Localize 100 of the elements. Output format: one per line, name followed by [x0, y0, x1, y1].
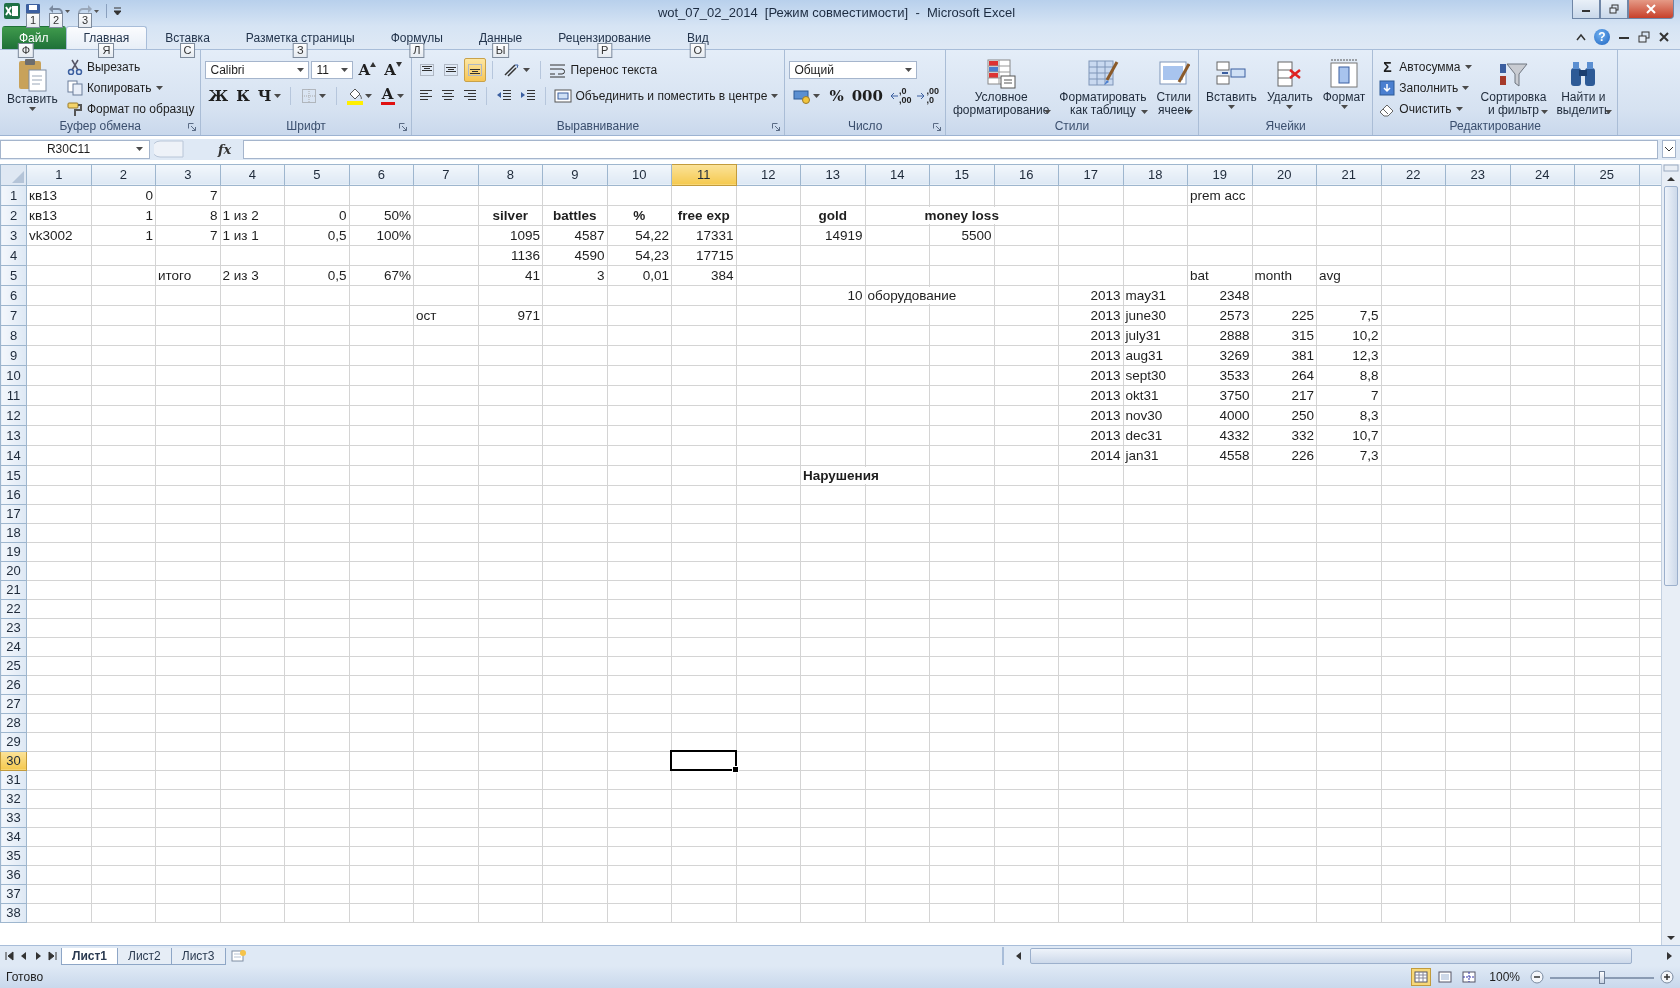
- expand-icon[interactable]: [1662, 140, 1676, 159]
- launcher-icon[interactable]: [772, 122, 781, 131]
- restore-icon[interactable]: [1638, 30, 1650, 43]
- zoom-level[interactable]: 100%: [1489, 970, 1520, 985]
- row-header[interactable]: 11: [0, 385, 27, 406]
- column-header[interactable]: 23: [1445, 164, 1510, 186]
- column-header[interactable]: 15: [929, 164, 994, 186]
- column-header[interactable]: 18: [1123, 164, 1188, 186]
- sheet-tab[interactable]: Лист1: [61, 947, 119, 965]
- column-header[interactable]: 3: [155, 164, 220, 186]
- ribbon-button[interactable]: Найти и выделить: [1553, 55, 1614, 116]
- formula-field[interactable]: [243, 139, 1658, 159]
- zoom-in-icon[interactable]: [1660, 970, 1674, 985]
- sheet-tab[interactable]: Лист3: [170, 947, 226, 965]
- ribbon-button[interactable]: Вставить: [4, 55, 61, 113]
- column-header[interactable]: 21: [1316, 164, 1381, 186]
- launcher-icon[interactable]: [188, 122, 197, 131]
- row-header[interactable]: 5: [0, 265, 27, 286]
- column-header[interactable]: 14: [865, 164, 930, 186]
- arrow-right-icon[interactable]: [46, 950, 58, 963]
- ribbon-button[interactable]: Заполнить: [1377, 78, 1474, 97]
- column-header[interactable]: 7: [413, 164, 478, 186]
- collapse-ribbon-icon[interactable]: [1576, 32, 1586, 41]
- row-header[interactable]: 2: [0, 205, 27, 226]
- column-header[interactable]: 4: [220, 164, 285, 186]
- selected-cell[interactable]: [670, 749, 737, 771]
- row-header[interactable]: 3: [0, 225, 27, 246]
- format-button[interactable]: %: [826, 85, 847, 106]
- arrow-left-icon[interactable]: [4, 950, 16, 963]
- format-button[interactable]: Ж: [205, 85, 232, 106]
- ribbon-button[interactable]: Объединить и поместить в центре: [551, 86, 781, 105]
- column-header[interactable]: 17: [1058, 164, 1123, 186]
- ribbon-button[interactable]: Стили ячеек: [1153, 55, 1194, 116]
- resize-handle-icon[interactable]: [154, 140, 184, 159]
- dropdown-field[interactable]: Calibri: [205, 60, 310, 79]
- close-icon[interactable]: [1658, 30, 1670, 43]
- format-button[interactable]: A: [381, 59, 405, 80]
- format-button[interactable]: A: [377, 85, 407, 106]
- ribbon-button[interactable]: Формат по образцу: [64, 99, 197, 118]
- ribbon-button[interactable]: Условное форматирование: [950, 55, 1053, 116]
- column-header[interactable]: 16: [994, 164, 1059, 186]
- column-header[interactable]: 25: [1574, 164, 1639, 186]
- column-header[interactable]: 1: [26, 164, 91, 186]
- decimal-button[interactable]: ,00 ,0: [915, 86, 941, 105]
- ribbon-button[interactable]: Σ Автосумма: [1377, 57, 1474, 76]
- column-header[interactable]: 13: [800, 164, 865, 186]
- ribbon-button[interactable]: Вырезать: [64, 57, 197, 76]
- view-button[interactable]: [1411, 968, 1432, 987]
- ribbon-button[interactable]: Удалить: [1263, 55, 1316, 111]
- column-header[interactable]: 22: [1381, 164, 1446, 186]
- row-header[interactable]: 10: [0, 365, 27, 386]
- toolbar-button[interactable]: [463, 57, 486, 82]
- insert-function-button[interactable]: fx: [218, 141, 232, 157]
- launcher-icon[interactable]: [398, 122, 407, 131]
- column-header[interactable]: 24: [1510, 164, 1575, 186]
- column-header[interactable]: 8: [478, 164, 543, 186]
- vertical-scrollbar[interactable]: [1661, 163, 1680, 946]
- ribbon-button[interactable]: Очистить: [1377, 99, 1474, 118]
- decimal-button[interactable]: ,0 ,00: [887, 86, 914, 105]
- ribbon-button[interactable]: Форматировать как таблицу: [1056, 55, 1150, 116]
- launcher-icon[interactable]: [933, 122, 941, 131]
- format-button[interactable]: 000: [848, 85, 886, 106]
- ribbon-button[interactable]: Сортировка и фильтр: [1477, 55, 1550, 116]
- row-header[interactable]: 14: [0, 445, 27, 466]
- column-header[interactable]: 20: [1252, 164, 1317, 186]
- name-box[interactable]: R30C11: [0, 139, 150, 159]
- column-header[interactable]: 2: [91, 164, 156, 186]
- row-header[interactable]: 12: [0, 405, 27, 426]
- format-button[interactable]: A: [355, 59, 380, 80]
- row-header[interactable]: 8: [0, 325, 27, 346]
- format-button[interactable]: Ч: [254, 85, 284, 106]
- format-button[interactable]: К: [233, 85, 253, 106]
- customize-button[interactable]: [112, 7, 123, 15]
- slider-thumb[interactable]: [1599, 970, 1605, 984]
- row-header[interactable]: 9: [0, 345, 27, 366]
- dropdown-field[interactable]: 11: [311, 60, 354, 79]
- ribbon-button[interactable]: Вставить: [1203, 55, 1260, 111]
- zoom-out-icon[interactable]: [1530, 970, 1544, 985]
- row-header[interactable]: 7: [0, 305, 27, 326]
- column-header[interactable]: 10: [607, 164, 672, 186]
- column-header[interactable]: 9: [542, 164, 607, 186]
- minimize-button[interactable]: [1572, 0, 1600, 19]
- ribbon-button[interactable]: Перенос текста: [546, 60, 660, 79]
- ribbon-button[interactable]: Формат: [1319, 55, 1369, 111]
- column-header[interactable]: 5: [284, 164, 349, 186]
- dropdown-field[interactable]: Общий: [789, 60, 918, 79]
- row-header[interactable]: 4: [0, 245, 27, 266]
- restore-button[interactable]: [1600, 0, 1628, 19]
- column-header[interactable]: 6: [349, 164, 414, 186]
- row-header[interactable]: 15: [0, 465, 27, 486]
- row-header[interactable]: 13: [0, 425, 27, 446]
- column-header[interactable]: 19: [1187, 164, 1252, 186]
- ribbon-button[interactable]: Копировать: [64, 78, 197, 97]
- column-header[interactable]: 11: [671, 164, 736, 186]
- row-header[interactable]: 1: [0, 185, 27, 206]
- sheet-tab[interactable]: Лист2: [117, 947, 172, 965]
- zoom-slider[interactable]: [1550, 970, 1654, 984]
- column-header[interactable]: 12: [736, 164, 801, 186]
- close-button[interactable]: [1628, 0, 1674, 19]
- row-header[interactable]: 6: [0, 285, 27, 306]
